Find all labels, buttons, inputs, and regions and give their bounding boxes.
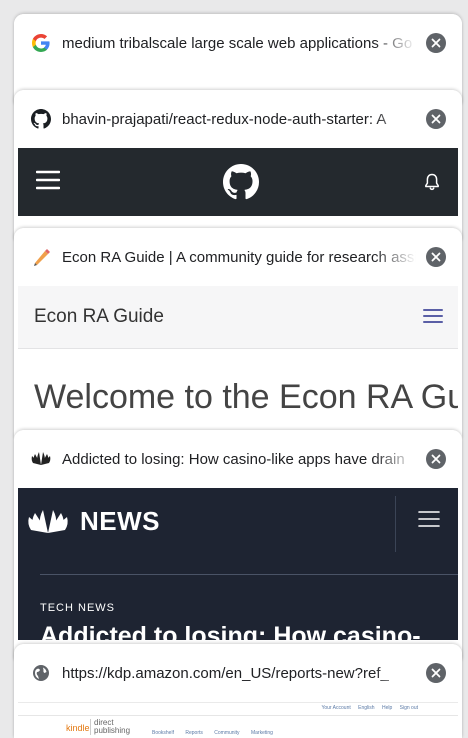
- kdp-nav-item: Marketing: [250, 730, 273, 736]
- tab-title: medium tribalscale large scale web appli…: [62, 34, 413, 52]
- bell-icon: [425, 173, 439, 191]
- kdp-top-link: Help: [381, 705, 393, 711]
- header-divider: [395, 496, 396, 552]
- tab-preview: NEWS TECH NEWS Addicted to losing: How c…: [18, 488, 458, 660]
- kdp-logo-kindle: kindle: [66, 723, 90, 733]
- tab-title: Econ RA Guide | A community guide for re…: [62, 248, 416, 266]
- kdp-nav-item: Reports: [185, 730, 203, 736]
- tab-card-header: medium tribalscale large scale web appli…: [14, 14, 462, 72]
- kdp-nav-item: Bookshelf: [152, 730, 174, 736]
- close-icon: [431, 38, 441, 48]
- kdp-logo-text: direct publishing: [90, 719, 130, 735]
- close-icon: [431, 252, 441, 262]
- close-icon: [431, 668, 441, 678]
- hamburger-menu-icon: [36, 170, 60, 190]
- close-icon: [431, 454, 441, 464]
- github-logo-icon: [223, 164, 259, 200]
- tab-title: bhavin-prajapati/react-redux-node-auth-s…: [62, 110, 387, 128]
- kdp-top-links: Your Account English Help Sign out: [315, 705, 418, 711]
- github-icon: [30, 108, 52, 130]
- nbc-logo-text: NEWS: [80, 506, 160, 536]
- kdp-nav-item: Community: [214, 730, 240, 736]
- divider-line: [40, 574, 458, 575]
- close-tab-button[interactable]: [426, 449, 446, 469]
- github-header: [18, 148, 458, 216]
- close-tab-button[interactable]: [426, 33, 446, 53]
- tab-title: Addicted to losing: How casino-like apps…: [62, 450, 405, 468]
- close-tab-button[interactable]: [426, 247, 446, 267]
- tab-card-econ-ra-guide[interactable]: Econ RA Guide | A community guide for re…: [14, 228, 462, 438]
- close-tab-button[interactable]: [426, 109, 446, 129]
- tab-preview: Econ RA Guide Welcome to the Econ RA Gui…: [18, 286, 458, 438]
- econ-header: Econ RA Guide: [18, 286, 458, 349]
- kdp-nav: Bookshelf Reports Community Marketing: [152, 730, 283, 736]
- page-heading: Welcome to the Econ RA Guide!: [34, 378, 458, 416]
- tab-card-nbc-news[interactable]: Addicted to losing: How casino-like apps…: [14, 430, 462, 660]
- globe-icon: [30, 662, 52, 684]
- site-title: Econ RA Guide: [34, 306, 164, 327]
- kdp-top-link: Your Account: [321, 705, 351, 711]
- tab-preview: Your Account English Help Sign out kindl…: [18, 702, 458, 738]
- tab-card-header: https://kdp.amazon.com/en_US/reports-new…: [14, 644, 462, 702]
- kdp-top-link: English: [358, 705, 375, 711]
- nbc-logo-icon: [28, 510, 68, 533]
- kdp-logo-publishing: publishing: [94, 726, 131, 735]
- tab-title: https://kdp.amazon.com/en_US/reports-new…: [62, 664, 389, 682]
- nbc-header: NEWS TECH NEWS Addicted to losing: How c…: [18, 488, 458, 650]
- menu-icon: [423, 309, 443, 323]
- section-label: TECH NEWS: [40, 602, 115, 614]
- close-tab-button[interactable]: [426, 663, 446, 683]
- hamburger-menu-icon: [418, 511, 440, 527]
- tab-card-header: Addicted to losing: How casino-like apps…: [14, 430, 462, 488]
- google-icon: [30, 32, 52, 54]
- kdp-header: Your Account English Help Sign out kindl…: [18, 702, 458, 738]
- close-icon: [431, 114, 441, 124]
- divider-line: [18, 715, 458, 716]
- tab-preview: [18, 148, 458, 240]
- nbc-peacock-icon: [30, 448, 52, 470]
- kdp-top-link: Sign out: [399, 705, 418, 711]
- tab-card-header: Econ RA Guide | A community guide for re…: [14, 228, 462, 286]
- tab-card-github[interactable]: bhavin-prajapati/react-redux-node-auth-s…: [14, 90, 462, 240]
- tab-card-kdp[interactable]: https://kdp.amazon.com/en_US/reports-new…: [14, 644, 462, 738]
- tab-card-header: bhavin-prajapati/react-redux-node-auth-s…: [14, 90, 462, 148]
- pencil-icon: [30, 246, 52, 268]
